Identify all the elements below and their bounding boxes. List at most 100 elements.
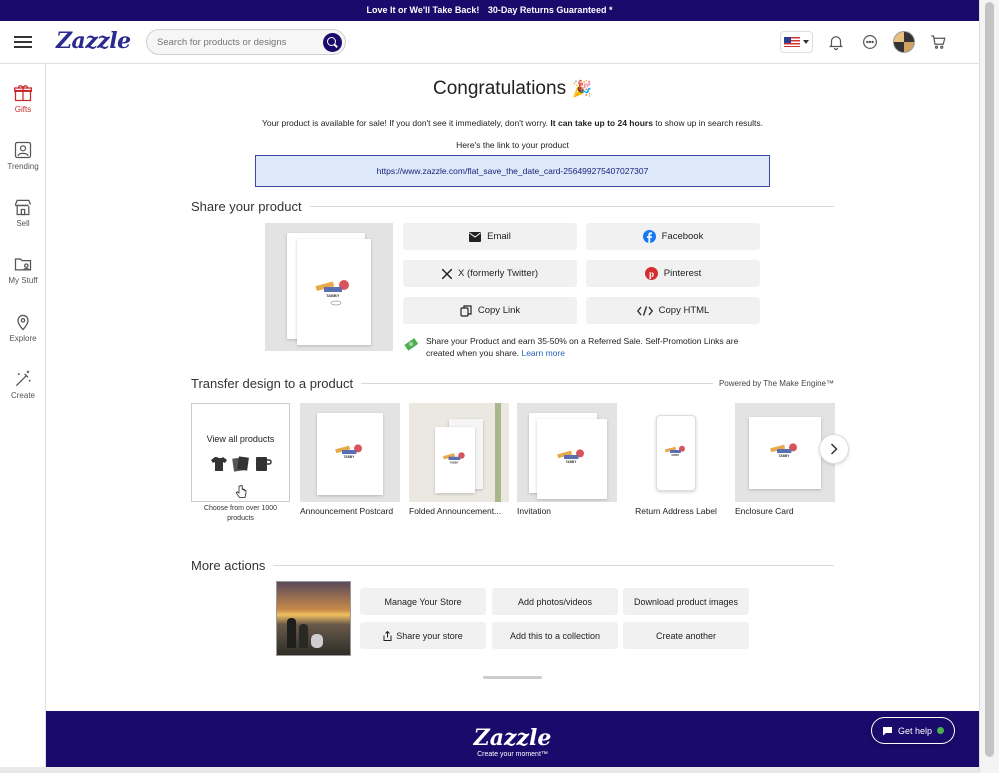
gift-icon — [14, 85, 32, 102]
add-collection-label: Add this to a collection — [509, 630, 601, 641]
availability-bold-text: It can take up to 24 hours — [550, 118, 653, 128]
product-image: TABBY — [626, 403, 726, 502]
product-card[interactable]: TABBY Announcement Postcard — [300, 403, 400, 516]
share-store-button[interactable]: Share your store — [360, 622, 486, 649]
view-all-label: View all products — [206, 434, 275, 444]
search-bar — [146, 29, 346, 55]
copy-html-button[interactable]: Copy HTML — [586, 297, 760, 324]
svg-text:TABBY: TABBY — [566, 460, 578, 464]
location-pin-icon — [17, 314, 29, 331]
sidebar-item-label: Explore — [9, 334, 37, 343]
product-thumbnail: TABBY — [265, 223, 393, 351]
sidebar-item-trending[interactable]: Trending — [0, 140, 46, 171]
product-url-field[interactable]: https://www.zazzle.com/flat_save_the_dat… — [255, 155, 770, 187]
scrollbar-thumb[interactable] — [985, 2, 994, 757]
sidebar-item-explore[interactable]: Explore — [0, 312, 46, 343]
sidebar-item-sell[interactable]: Sell — [0, 197, 46, 228]
more-actions-heading: More actions — [191, 558, 834, 573]
divider — [273, 565, 834, 566]
email-label: Email — [487, 231, 511, 242]
plant-decor — [495, 403, 501, 502]
download-images-button[interactable]: Download product images — [623, 588, 749, 615]
vertical-scrollbar[interactable] — [979, 0, 999, 773]
sidebar-item-create[interactable]: Create — [0, 369, 46, 400]
code-icon — [636, 305, 653, 316]
product-type-icons — [192, 456, 289, 472]
learn-more-link[interactable]: Learn more — [521, 348, 564, 358]
product-name: Invitation — [517, 506, 552, 516]
twitter-share-button[interactable]: X (formerly Twitter) — [403, 260, 577, 287]
get-help-button[interactable]: Get help — [871, 717, 955, 744]
svg-text:TABBY: TABBY — [450, 460, 459, 464]
tabby-cat-art-icon: TABBY — [770, 443, 797, 458]
referral-earnings-message: Share your Product and earn 35-50% on a … — [402, 335, 762, 359]
carousel-next-button[interactable] — [819, 434, 849, 464]
magic-wand-icon — [15, 370, 31, 387]
tabby-cat-art-icon: TABBY — [335, 444, 362, 459]
country-selector[interactable] — [780, 31, 813, 53]
facebook-share-button[interactable]: Facebook — [586, 223, 760, 250]
manage-store-button[interactable]: Manage Your Store — [360, 588, 486, 615]
search-input[interactable] — [157, 30, 317, 54]
main-content: Congratulations 🎉 Your product is availab… — [46, 64, 979, 767]
chevron-down-icon — [803, 40, 809, 44]
view-all-subtext: Choose from over 1000 products — [203, 505, 278, 522]
facebook-icon — [642, 230, 656, 243]
zazzle-logo[interactable]: Zazzle — [56, 28, 131, 54]
search-icon[interactable] — [323, 33, 342, 52]
cart-icon[interactable] — [927, 31, 949, 53]
hand-cursor-icon — [235, 485, 247, 498]
bell-icon[interactable] — [825, 31, 847, 53]
product-name: Return Address Label — [635, 506, 717, 516]
chat-icon[interactable] — [859, 31, 881, 53]
cards-icon — [231, 456, 249, 472]
online-status-dot — [937, 727, 945, 734]
sidebar-item-label: Gifts — [14, 105, 32, 114]
envelope-icon — [469, 231, 482, 242]
product-card[interactable]: TABBY Enclosure Card — [735, 403, 835, 516]
invitation-front: TABBY — [537, 419, 607, 499]
svg-text:p: p — [649, 269, 654, 279]
chevron-right-icon — [830, 443, 838, 455]
card-front-image: TABBY — [297, 239, 371, 345]
page-title: Congratulations 🎉 — [46, 78, 979, 100]
add-photos-videos-button[interactable]: Add photos/videos — [492, 588, 618, 615]
us-flag-icon — [784, 37, 800, 47]
product-image: TABBY — [300, 403, 400, 502]
tabby-cat-art-icon: TABBY — [664, 445, 685, 457]
svg-text:TABBY: TABBY — [779, 454, 791, 458]
copy-icon — [460, 304, 472, 317]
copy-link-button[interactable]: Copy Link — [403, 297, 577, 324]
enclosure-card-image: TABBY — [749, 417, 821, 489]
product-card[interactable]: TABBY Return Address Label — [626, 403, 726, 516]
loading-indicator — [483, 676, 542, 679]
folder-icon — [14, 258, 32, 271]
email-share-button[interactable]: Email — [403, 223, 577, 250]
sidebar-item-label: My Stuff — [8, 276, 38, 285]
product-card[interactable]: TABBY Invitation — [517, 403, 617, 516]
user-avatar[interactable] — [893, 31, 915, 53]
product-card[interactable]: TABBY Folded Announcement... — [409, 403, 509, 516]
share-store-label: Share your store — [396, 630, 463, 641]
pinterest-label: Pinterest — [663, 268, 702, 279]
svg-text:TABBY: TABBY — [671, 454, 679, 457]
create-another-button[interactable]: Create another — [623, 622, 749, 649]
product-name: Enclosure Card — [735, 506, 794, 516]
footer-logo[interactable]: Zazzle — [46, 725, 979, 751]
svg-text:TABBY: TABBY — [326, 293, 340, 298]
promo-left-text: Love It or We'll Take Back! — [366, 5, 480, 15]
add-to-collection-button[interactable]: Add this to a collection — [492, 622, 618, 649]
earn-text: Share your Product and earn 35-50% on a … — [426, 336, 739, 358]
dog-silhouette — [311, 634, 323, 648]
postcard-image: TABBY — [317, 413, 383, 495]
pinterest-share-button[interactable]: p Pinterest — [586, 260, 760, 287]
facebook-label: Facebook — [661, 231, 704, 242]
top-header: Zazzle — [0, 21, 979, 64]
share-icon — [383, 630, 392, 641]
promo-banner[interactable]: Love It or We'll Take Back! 30-Day Retur… — [0, 0, 979, 21]
hamburger-menu-icon[interactable] — [14, 36, 32, 48]
sidebar-item-my-stuff[interactable]: My Stuff — [0, 254, 46, 285]
sidebar-item-gifts[interactable]: Gifts — [0, 83, 46, 114]
sidebar-item-label: Create — [10, 391, 35, 400]
create-another-label: Create another — [655, 630, 717, 641]
